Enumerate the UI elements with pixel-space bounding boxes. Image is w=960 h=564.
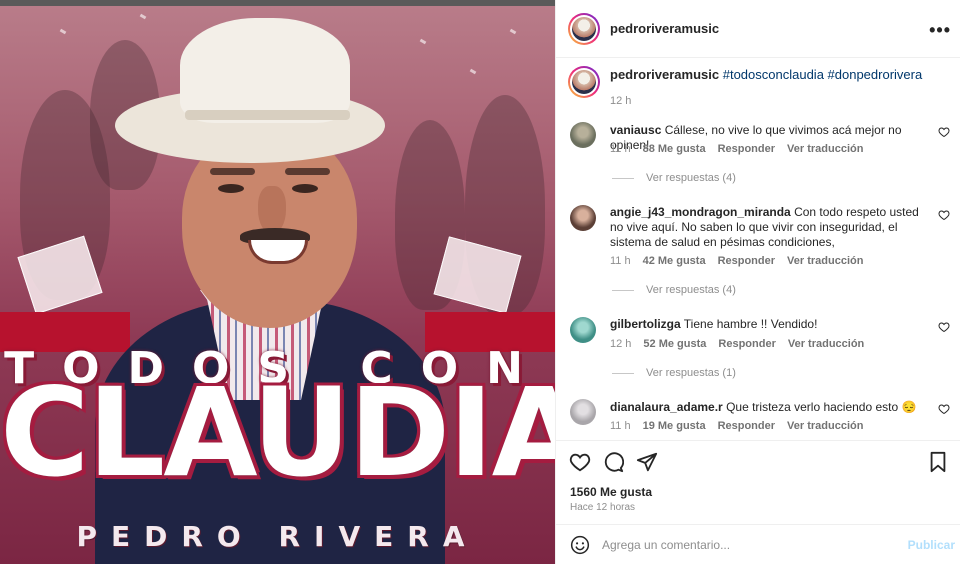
- eye: [292, 184, 318, 193]
- caption-username[interactable]: pedroriveramusic: [610, 67, 719, 82]
- more-horizontal-icon[interactable]: •••: [929, 20, 951, 41]
- view-replies[interactable]: Ver respuestas (1): [612, 367, 736, 379]
- reply-button[interactable]: Responder: [718, 255, 775, 267]
- eyebrow: [210, 168, 255, 175]
- comment-time: 11 h: [610, 420, 631, 432]
- confetti: [419, 38, 427, 45]
- comment-likes[interactable]: 88 Me gusta: [643, 143, 706, 155]
- view-replies[interactable]: Ver respuestas (4): [612, 172, 736, 184]
- comment: angie_j43_mondragon_miranda Con todo res…: [570, 203, 950, 298]
- comment: vaniausc Cállese, no vive lo que vivimos…: [570, 120, 950, 186]
- publish-button[interactable]: Publicar: [908, 538, 955, 552]
- post-age: Hace 12 horas: [570, 502, 636, 513]
- replies-line: [612, 372, 634, 374]
- reply-button[interactable]: Responder: [718, 143, 775, 155]
- comment-input[interactable]: [602, 537, 892, 552]
- comment-avatar[interactable]: [570, 317, 596, 343]
- comment-time: 11 h: [610, 143, 631, 155]
- hat-band: [185, 110, 350, 120]
- heart-icon[interactable]: [938, 403, 950, 415]
- hat-crown: [180, 18, 350, 123]
- caption-line: pedroriveramusic #todosconclaudia #donpe…: [610, 66, 922, 84]
- comment-avatar[interactable]: [570, 399, 596, 425]
- post-image[interactable]: TODOS CON CLAUDIA PEDRO RIVERA: [0, 0, 555, 564]
- nose: [258, 186, 286, 234]
- comment-meta: 11 h 42 Me gusta Responder Ver traducció…: [610, 255, 863, 267]
- comment-body: Que tristeza verlo haciendo esto 😔: [726, 400, 917, 414]
- reply-button[interactable]: Responder: [718, 420, 775, 432]
- heart-icon[interactable]: [938, 321, 950, 333]
- comment: dianalaura_adame.r Que tristeza verlo ha…: [570, 397, 950, 437]
- view-replies[interactable]: Ver respuestas (4): [612, 284, 736, 296]
- caption-time: 12 h: [610, 95, 632, 107]
- share-send-icon[interactable]: [636, 451, 658, 473]
- caption-body: pedroriveramusic #todosconclaudia #donpe…: [610, 66, 922, 110]
- comment-text: dianalaura_adame.r Que tristeza verlo ha…: [610, 400, 932, 415]
- header-username[interactable]: pedroriveramusic: [610, 21, 719, 36]
- reply-button[interactable]: Responder: [718, 338, 775, 350]
- comment-avatar[interactable]: [570, 205, 596, 231]
- heart-icon[interactable]: [938, 126, 950, 138]
- like-heart-icon[interactable]: [569, 451, 591, 473]
- view-replies-label: Ver respuestas (1): [646, 367, 736, 379]
- heart-icon[interactable]: [938, 209, 950, 221]
- caption: pedroriveramusic #todosconclaudia #donpe…: [568, 66, 948, 110]
- comment-bubble-icon[interactable]: [602, 451, 624, 473]
- comment-text: gilbertolizga Tiene hambre !! Vendido!: [610, 317, 932, 332]
- comment-likes[interactable]: 52 Me gusta: [643, 338, 706, 350]
- comment-likes[interactable]: 19 Me gusta: [643, 420, 706, 432]
- translate-button[interactable]: Ver traducción: [787, 255, 863, 267]
- comment-meta: 12 h 52 Me gusta Responder Ver traducció…: [610, 338, 864, 350]
- avatar-border: [570, 14, 598, 43]
- replies-line: [612, 177, 634, 179]
- caption-hashtags[interactable]: #todosconclaudia #donpedrorivera: [723, 67, 922, 82]
- comment-body: Tiene hambre !! Vendido!: [683, 317, 818, 331]
- comment-username[interactable]: vaniausc: [610, 123, 661, 137]
- confetti: [59, 28, 67, 35]
- comment-text: angie_j43_mondragon_miranda Con todo res…: [610, 205, 932, 250]
- confetti: [469, 68, 477, 75]
- comment-username[interactable]: angie_j43_mondragon_miranda: [610, 205, 791, 219]
- caption-avatar[interactable]: [568, 66, 600, 98]
- comment-meta: 11 h 19 Me gusta Responder Ver traducció…: [610, 420, 863, 432]
- translate-button[interactable]: Ver traducción: [787, 420, 863, 432]
- avatar-image: [572, 70, 596, 94]
- confetti: [139, 13, 147, 20]
- eye: [218, 184, 244, 193]
- post-header: pedroriveramusic •••: [556, 0, 960, 58]
- view-replies-label: Ver respuestas (4): [646, 172, 736, 184]
- avatar-image: [572, 16, 596, 41]
- confetti: [509, 28, 517, 35]
- comment-time: 11 h: [610, 255, 631, 267]
- replies-line: [612, 289, 634, 291]
- comment-box: Publicar: [556, 524, 960, 564]
- avatar[interactable]: [568, 12, 600, 45]
- translate-button[interactable]: Ver traducción: [788, 338, 864, 350]
- eyebrow: [285, 168, 330, 175]
- avatar-border: [570, 68, 598, 96]
- top-strip: [0, 0, 555, 6]
- translate-button[interactable]: Ver traducción: [787, 143, 863, 155]
- footer-name: PEDRO RIVERA: [76, 520, 479, 553]
- comment-time: 12 h: [610, 338, 632, 350]
- comment: gilbertolizga Tiene hambre !! Vendido! 1…: [570, 315, 950, 381]
- action-bar: 1560 Me gusta Hace 12 horas: [556, 440, 960, 524]
- post-panel: pedroriveramusic ••• pedroriveramusic #t…: [555, 0, 960, 564]
- comment-avatar[interactable]: [570, 122, 596, 148]
- comment-likes[interactable]: 42 Me gusta: [643, 255, 706, 267]
- comment-meta: 11 h 88 Me gusta Responder Ver traducció…: [610, 143, 863, 155]
- headline-main: CLAUDIA: [0, 362, 555, 504]
- bookmark-icon[interactable]: [927, 451, 949, 473]
- view-replies-label: Ver respuestas (4): [646, 284, 736, 296]
- comment-username[interactable]: gilbertolizga: [610, 317, 681, 331]
- likes-count[interactable]: 1560 Me gusta: [570, 485, 652, 499]
- emoji-icon[interactable]: [570, 535, 590, 555]
- comment-username[interactable]: dianalaura_adame.r: [610, 400, 723, 414]
